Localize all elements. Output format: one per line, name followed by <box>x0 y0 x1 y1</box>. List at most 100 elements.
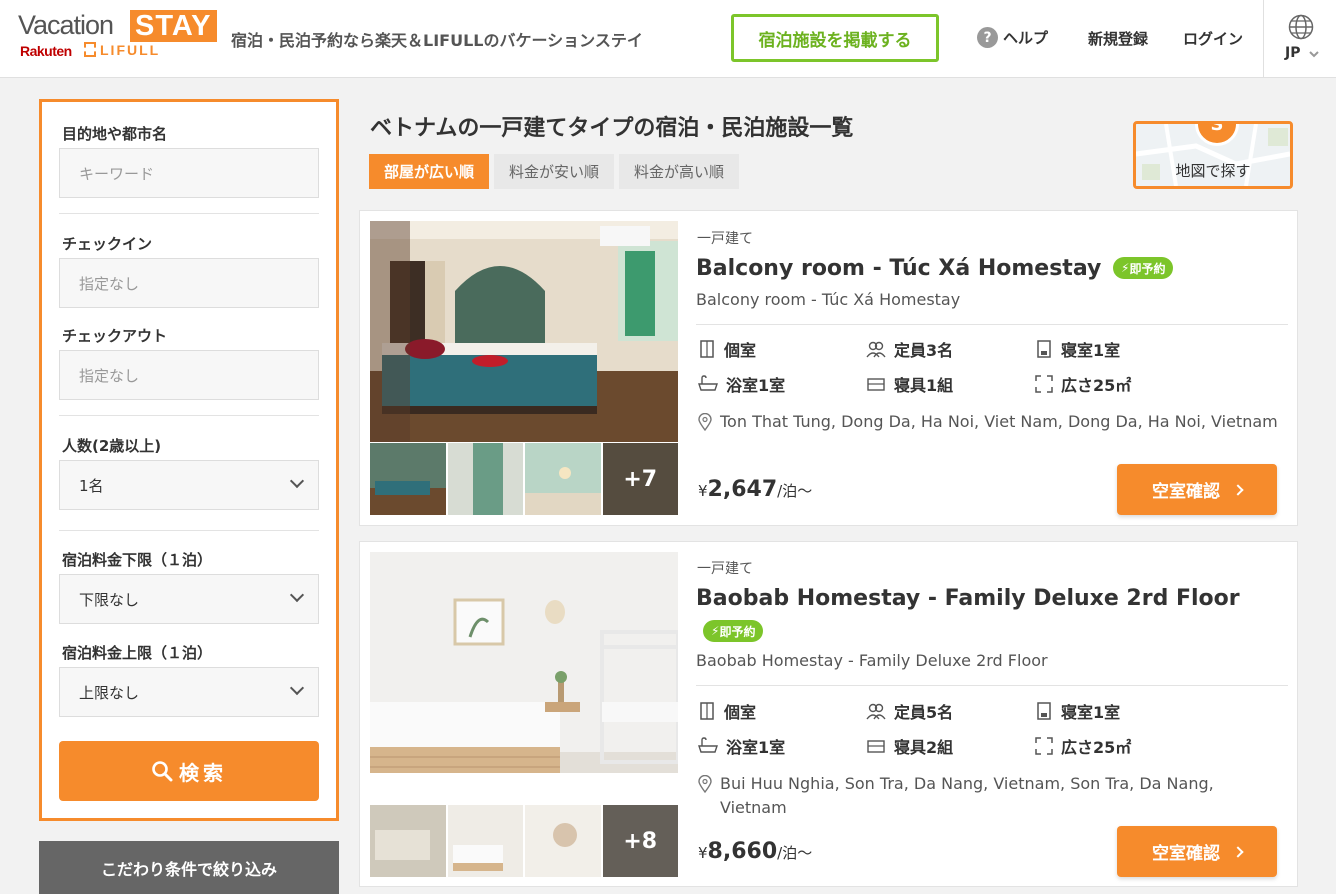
bed-icon <box>867 378 885 391</box>
location-pin-icon <box>698 775 712 793</box>
spec-beds: 寝具2組 <box>866 734 953 758</box>
guests-select[interactable]: 1名 <box>59 460 319 510</box>
checkout-field[interactable]: 指定なし <box>59 350 319 400</box>
property-name[interactable]: Balcony room - Túc Xá Homestay ⚡ 即予約 <box>696 256 1174 281</box>
guests-label: 人数(2歳以上) <box>62 437 162 455</box>
map-search-button[interactable]: S 地図で探す <box>1133 121 1293 189</box>
door-icon <box>700 340 714 358</box>
sort-tab-room-size[interactable]: 部屋が広い順 <box>369 154 490 189</box>
price-max-label: 宿泊料金上限（１泊） <box>62 644 213 662</box>
property-type: 一戸建て <box>697 561 753 577</box>
chevron-down-icon <box>1309 51 1319 58</box>
bedroom-photo-image <box>370 221 678 442</box>
guests-value: 1名 <box>79 476 104 495</box>
language-selector[interactable]: JP <box>1263 0 1336 78</box>
bathtub-icon <box>698 375 718 391</box>
listing-main-photo[interactable] <box>370 221 678 442</box>
property-subtitle: Balcony room - Túc Xá Homestay <box>696 290 961 309</box>
login-link[interactable]: ログイン <box>1183 28 1243 49</box>
divider <box>696 685 1288 686</box>
listing-card[interactable]: +8 一戸建て Baobab Homestay - Family Deluxe … <box>359 541 1298 887</box>
chevron-down-icon <box>289 473 305 489</box>
checkout-label: チェックアウト <box>62 327 168 345</box>
chevron-right-icon <box>1232 845 1244 858</box>
language-label: JP <box>1285 45 1301 61</box>
listing-main-photo[interactable] <box>370 552 678 773</box>
thumbnail[interactable] <box>370 443 446 515</box>
search-icon <box>152 761 173 782</box>
logo-stay-text: STAY <box>130 10 217 42</box>
divider <box>59 213 319 214</box>
property-address: Bui Huu Nghia, Son Tra, Da Nang, Vietnam… <box>698 772 1283 820</box>
listing-thumbnails: +8 <box>370 805 678 877</box>
property-price: ¥8,660/泊～ <box>698 839 813 864</box>
search-button[interactable]: 検索 <box>59 741 319 801</box>
map-button-label: 地図で探す <box>1175 162 1251 180</box>
spec-room-type: 個室 <box>698 699 756 723</box>
price-min-label: 宿泊料金下限（１泊） <box>62 551 213 569</box>
list-property-button[interactable]: 宿泊施設を掲載する <box>731 14 939 62</box>
spec-area: 広さ25㎡ <box>1035 372 1131 396</box>
site-tagline: 宿泊・民泊予約なら楽天＆LIFULLのバケーションステイ <box>231 31 643 50</box>
thumbnail[interactable] <box>525 443 601 515</box>
more-photos-count: +8 <box>602 805 678 877</box>
people-icon <box>866 341 886 358</box>
check-availability-button[interactable]: 空室確認 <box>1117 464 1277 515</box>
register-link[interactable]: 新規登録 <box>1088 28 1148 49</box>
chevron-right-icon <box>1232 483 1244 496</box>
site-logo[interactable]: Vacation STAY Rakuten LIFULL <box>18 8 218 68</box>
people-icon <box>866 703 886 720</box>
thumbnail[interactable] <box>447 443 523 515</box>
divider <box>59 415 319 416</box>
thumbnail[interactable] <box>370 805 446 877</box>
check-availability-button[interactable]: 空室確認 <box>1117 826 1277 877</box>
thumbnail-more[interactable]: +7 <box>602 443 678 515</box>
instant-book-badge: ⚡ 即予約 <box>703 620 764 642</box>
search-sidebar: 目的地や都市名 キーワード チェックイン 指定なし チェックアウト 指定なし 人… <box>39 99 339 821</box>
bedroom-door-icon <box>1037 702 1051 720</box>
checkin-label: チェックイン <box>62 235 153 253</box>
bathtub-icon <box>698 737 718 753</box>
divider <box>696 324 1288 325</box>
price-max-select[interactable]: 上限なし <box>59 667 319 717</box>
listing-card[interactable]: +7 一戸建て Balcony room - Túc Xá Homestay ⚡… <box>359 210 1298 526</box>
listing-thumbnails: +7 <box>370 443 678 515</box>
property-address: Ton That Tung, Dong Da, Ha Noi, Viet Nam… <box>698 410 1283 434</box>
logo-lifull-text: LIFULL <box>84 42 160 58</box>
bedroom-door-icon <box>1037 340 1051 358</box>
spec-bathrooms: 浴室1室 <box>698 372 785 396</box>
spec-area: 広さ25㎡ <box>1035 734 1131 758</box>
help-icon: ? <box>977 27 998 48</box>
globe-icon <box>1288 14 1314 40</box>
lifull-mark-icon <box>84 42 96 57</box>
property-subtitle: Baobab Homestay - Family Deluxe 2rd Floo… <box>696 651 1048 670</box>
spec-room-type: 個室 <box>698 337 756 361</box>
chevron-down-icon <box>289 587 305 603</box>
page-title: ベトナムの一戸建てタイプの宿泊・民泊施設一覧 <box>370 116 854 141</box>
logo-vacation-text: Vacation <box>18 10 114 40</box>
bedroom-photo-image <box>370 552 678 773</box>
property-price: ¥2,647/泊～ <box>698 477 813 502</box>
checkin-field[interactable]: 指定なし <box>59 258 319 308</box>
more-photos-count: +7 <box>602 443 678 515</box>
door-icon <box>700 702 714 720</box>
price-min-select[interactable]: 下限なし <box>59 574 319 624</box>
destination-input[interactable]: キーワード <box>59 148 319 198</box>
site-header: Vacation STAY Rakuten LIFULL 宿泊・民泊予約なら楽天… <box>0 0 1336 78</box>
search-button-label: 検索 <box>179 760 227 785</box>
expand-icon <box>1035 737 1053 755</box>
sort-tab-price-low[interactable]: 料金が安い順 <box>494 154 615 189</box>
spec-capacity: 定員3名 <box>866 337 953 361</box>
expand-icon <box>1035 375 1053 393</box>
bed-icon <box>867 740 885 753</box>
thumbnail[interactable] <box>447 805 523 877</box>
refine-filters-button[interactable]: こだわり条件で絞り込み <box>39 841 339 894</box>
help-link[interactable]: ? ヘルプ <box>977 27 1048 48</box>
spec-bedrooms: 寝室1室 <box>1035 337 1120 361</box>
thumbnail-more[interactable]: +8 <box>602 805 678 877</box>
sort-tab-price-high[interactable]: 料金が高い順 <box>619 154 740 189</box>
spec-beds: 寝具1組 <box>866 372 953 396</box>
thumbnail[interactable] <box>525 805 601 877</box>
property-name[interactable]: Baobab Homestay - Family Deluxe 2rd Floo… <box>696 586 1240 611</box>
help-label: ヘルプ <box>1003 29 1049 47</box>
